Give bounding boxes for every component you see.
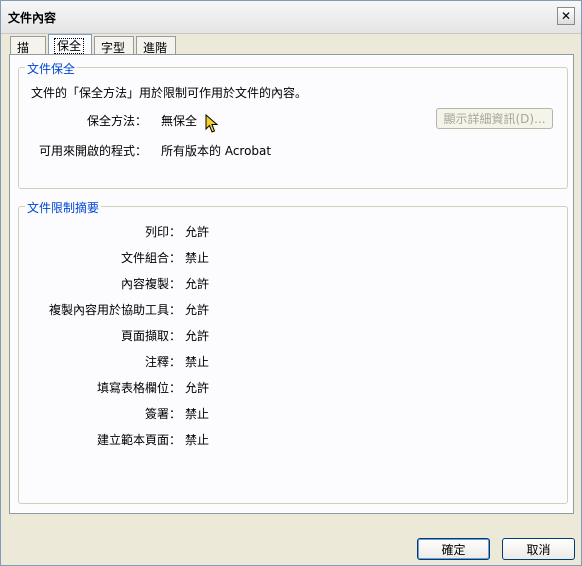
openable-by-value: 所有版本的 Acrobat <box>161 144 272 158</box>
restriction-label: 複製內容用於協助工具： <box>48 303 181 317</box>
restriction-value: 允許 <box>185 277 210 291</box>
window-title: 文件內容 <box>8 11 57 25</box>
tab-description[interactable]: 描述 <box>10 36 46 72</box>
group-title: 文件限制摘要 <box>25 199 102 216</box>
restriction-label: 建立範本頁面： <box>96 433 181 447</box>
tab-security[interactable]: 保全 <box>48 34 92 55</box>
close-icon: ✕ <box>560 9 572 23</box>
cancel-button[interactable]: 取消 <box>502 538 575 560</box>
cancel-button-label: 取消 <box>526 542 551 557</box>
title-bar: 文件內容 ✕ <box>1 1 581 34</box>
restriction-value: 禁止 <box>185 355 210 369</box>
restriction-value: 禁止 <box>185 251 210 265</box>
restriction-label: 簽署： <box>144 407 181 421</box>
tab-advanced[interactable]: 進階 <box>136 36 176 55</box>
close-button[interactable]: ✕ <box>557 7 575 25</box>
tab-label: 字型 <box>101 41 126 55</box>
document-restrictions-group: 文件限制摘要 列印： 允許 文件組合： 禁止 內容複製： 允許 複製內容用於協助… <box>18 199 568 504</box>
restriction-value: 允許 <box>185 303 210 317</box>
document-properties-dialog: 文件內容 ✕ 描述 保全 字型 進階 文件保全 文件的「保全方法」用於限制可作用… <box>0 0 582 566</box>
security-description: 文件的「保全方法」用於限制可作用於文件的內容。 <box>31 86 308 100</box>
restriction-label: 填寫表格欄位： <box>96 381 181 395</box>
tab-fonts[interactable]: 字型 <box>94 36 134 55</box>
ok-button[interactable]: 確定 <box>417 538 490 560</box>
tab-panel: 文件保全 文件的「保全方法」用於限制可作用於文件的內容。 保全方法： 無保全 顯… <box>9 54 574 514</box>
restriction-value: 允許 <box>185 329 210 343</box>
restriction-label: 注釋： <box>144 355 181 369</box>
restriction-label: 內容複製： <box>120 277 181 291</box>
group-title: 文件保全 <box>25 60 78 77</box>
restriction-value: 禁止 <box>185 407 210 421</box>
restriction-value: 允許 <box>185 381 210 395</box>
document-security-group: 文件保全 文件的「保全方法」用於限制可作用於文件的內容。 保全方法： 無保全 顯… <box>18 60 568 189</box>
restriction-value: 允許 <box>185 225 210 239</box>
details-button-label: 顯示詳細資訊(D)... <box>443 112 546 126</box>
tab-label: 保全 <box>53 38 85 54</box>
restriction-label: 頁面擷取： <box>120 329 181 343</box>
tab-label: 進階 <box>143 41 168 55</box>
restriction-label: 文件組合： <box>120 251 181 265</box>
security-method-label: 保全方法： <box>86 114 147 128</box>
restriction-value: 禁止 <box>185 433 210 447</box>
openable-by-label: 可用來開啟的程式： <box>38 144 147 158</box>
security-method-value: 無保全 <box>161 114 198 128</box>
restriction-label: 列印： <box>144 225 181 239</box>
show-details-button[interactable]: 顯示詳細資訊(D)... <box>436 108 553 129</box>
ok-button-label: 確定 <box>441 542 466 557</box>
mouse-pointer-icon <box>205 114 219 133</box>
